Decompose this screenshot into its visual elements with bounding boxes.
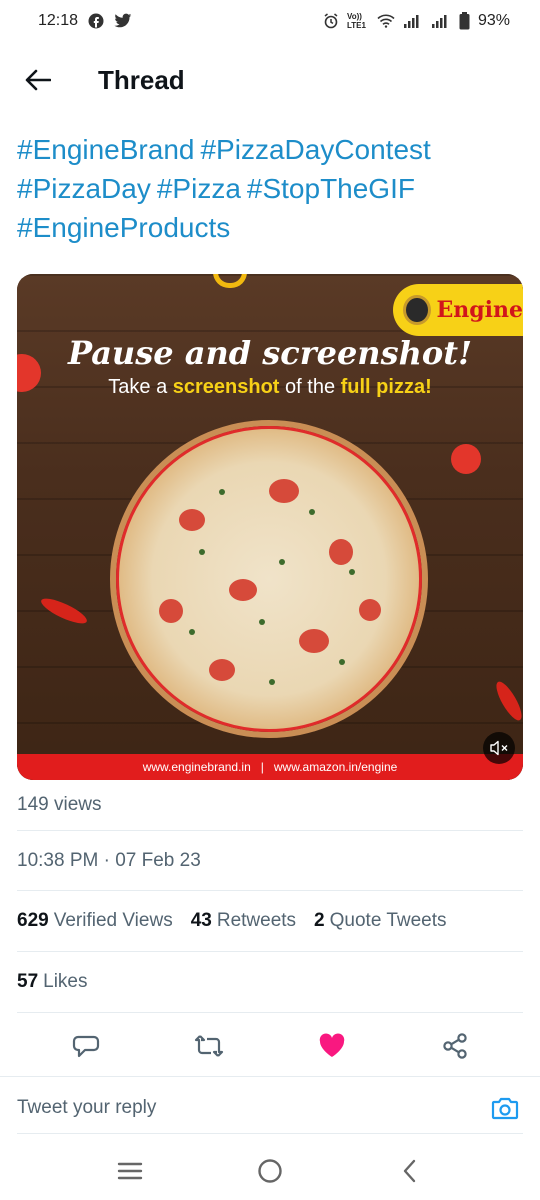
divider — [17, 951, 523, 952]
hashtag-link[interactable]: #PizzaDay — [17, 173, 151, 204]
hashtag-link[interactable]: #PizzaDayContest — [200, 134, 430, 165]
share-icon — [442, 1033, 467, 1059]
retweet-icon — [194, 1035, 223, 1057]
tweet-actions — [0, 1022, 540, 1070]
thread-header: Thread — [0, 52, 540, 108]
stat-quote-tweets[interactable]: 2 Quote Tweets — [314, 910, 446, 932]
retweet-button[interactable] — [187, 1024, 231, 1068]
signal-icon — [431, 14, 451, 28]
battery-percent: 93% — [477, 12, 510, 29]
alarm-icon — [323, 13, 339, 29]
stat-count: 629 — [17, 910, 49, 931]
pizza-herb — [339, 659, 345, 665]
divider — [17, 1012, 523, 1013]
pizza-herb — [219, 489, 225, 495]
pizza-image — [116, 426, 422, 732]
back-button[interactable] — [10, 52, 66, 108]
stat-count: 43 — [190, 910, 212, 931]
hashtag-link[interactable]: #EngineBrand — [17, 134, 194, 165]
footer-separator: | — [260, 760, 264, 774]
like-button[interactable] — [310, 1024, 354, 1068]
speaker-muted-icon — [490, 740, 508, 756]
share-button[interactable] — [433, 1024, 477, 1068]
pizza-herb — [259, 619, 265, 625]
stat-count: 57 — [17, 971, 39, 992]
pizza-herb — [269, 679, 275, 685]
pizza-herb — [309, 509, 315, 515]
status-bar: 12:18 Vo)) LTE1 93% — [0, 0, 540, 42]
hashtag-link[interactable]: #EngineProducts — [17, 212, 230, 243]
stat-label: Likes — [43, 971, 88, 992]
signal-icon — [403, 14, 423, 28]
hashtag-link[interactable]: #StopTheGIF — [247, 173, 415, 204]
chevron-left-icon — [403, 1159, 416, 1183]
stat-likes[interactable]: 57 Likes — [17, 971, 88, 993]
menu-lines-icon — [117, 1162, 143, 1180]
tweet-media-gif[interactable]: Engine Pause and screenshot! Take a scre… — [17, 274, 523, 780]
status-time: 12:18 — [38, 12, 79, 29]
pizza-topping — [159, 599, 183, 623]
pizza-topping — [179, 509, 205, 531]
pizza-topping — [299, 629, 329, 653]
pizza-herb — [279, 559, 285, 565]
stat-verified-views[interactable]: 629 Verified Views — [17, 910, 173, 932]
network-label: Vo)) LTE1 — [346, 12, 366, 30]
home-button[interactable] — [246, 1147, 294, 1195]
brand-name: Engine — [436, 297, 524, 323]
media-subline: Take a screenshot of the full pizza! — [17, 376, 523, 399]
pizza-topping — [269, 479, 299, 503]
twitter-icon — [114, 13, 132, 29]
reply-input[interactable] — [17, 1096, 487, 1119]
pizza-topping — [329, 539, 353, 565]
subline-emphasis: full pizza! — [340, 376, 432, 398]
subline-text: of the — [279, 376, 341, 398]
stat-label: Retweets — [216, 910, 297, 931]
engine-brand-badge: Engine — [393, 284, 523, 336]
facebook-icon — [88, 13, 104, 29]
home-circle-icon — [258, 1159, 282, 1183]
pizza-herb — [199, 549, 205, 555]
divider — [17, 830, 523, 831]
page-title: Thread — [98, 64, 185, 95]
stat-count: 2 — [314, 910, 325, 931]
camera-icon — [491, 1097, 519, 1119]
stat-label: Quote Tweets — [329, 910, 447, 931]
pizza-topping — [359, 599, 381, 621]
pizza-topping — [209, 659, 235, 681]
subline-emphasis: screenshot — [172, 376, 280, 398]
system-back-button[interactable] — [386, 1147, 434, 1195]
tweet-stats: 629 Verified Views 43 Retweets 2 Quote Twee… — [17, 910, 447, 932]
camera-button[interactable] — [487, 1090, 523, 1126]
reply-button[interactable] — [64, 1024, 108, 1068]
pizza-herb — [189, 629, 195, 635]
reply-bar — [0, 1076, 540, 1138]
tweet-timestamp: 10:38 PM · 07 Feb 23 — [17, 850, 201, 871]
tomato-slice-decoration — [451, 444, 481, 474]
media-footer-links: www.enginebrand.in | www.amazon.in/engin… — [17, 754, 523, 780]
footer-link: www.enginebrand.in — [142, 760, 251, 774]
hashtag-link[interactable]: #Pizza — [157, 173, 241, 204]
mute-button[interactable] — [483, 732, 515, 764]
battery-icon — [459, 12, 470, 30]
divider — [17, 1133, 523, 1134]
brand-seal-logo — [403, 295, 431, 325]
system-navigation-bar — [0, 1142, 540, 1200]
stat-label: Verified Views — [53, 910, 173, 931]
reply-icon — [72, 1035, 99, 1058]
view-count: 149 views — [17, 794, 102, 815]
pizza-topping — [229, 579, 257, 601]
tweet-text: #EngineBrand #PizzaDayContest #PizzaDay #P… — [17, 130, 527, 247]
arrow-left-icon — [25, 69, 51, 91]
stat-retweets[interactable]: 43 Retweets — [191, 910, 296, 932]
divider — [17, 890, 523, 891]
heart-icon — [319, 1033, 344, 1057]
wifi-icon — [377, 14, 395, 28]
recent-apps-button[interactable] — [106, 1147, 154, 1195]
pizza-herb — [349, 569, 355, 575]
media-headline: Pause and screenshot! — [67, 334, 473, 372]
footer-link: www.amazon.in/engine — [273, 760, 398, 774]
subline-text: Take a — [108, 376, 173, 398]
